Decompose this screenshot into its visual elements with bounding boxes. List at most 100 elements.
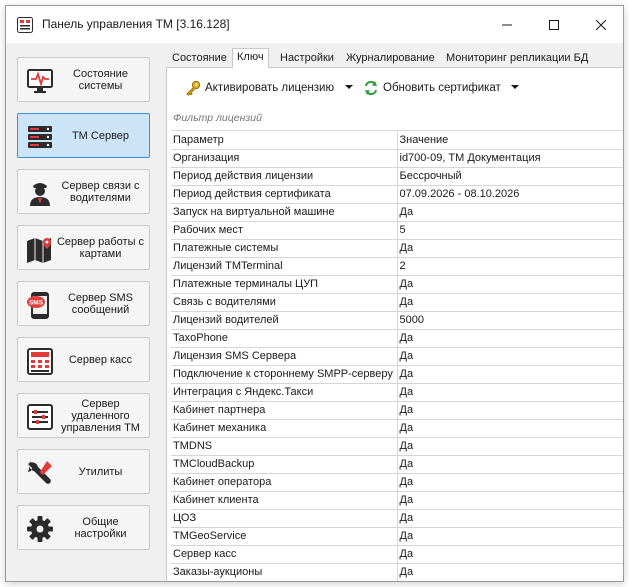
table-row[interactable]: Подключение к стороннему SMPP-серверу Да bbox=[171, 365, 623, 384]
value-cell: Да bbox=[397, 527, 623, 546]
parameter-cell: Кабинет клиента bbox=[171, 491, 398, 510]
value-cell: Да bbox=[397, 203, 623, 222]
parameter-cell: TMDNS bbox=[171, 437, 398, 456]
table-row[interactable]: Связь с водителями Да bbox=[171, 293, 623, 312]
title-bar[interactable]: Панель управления ТМ [3.16.128] bbox=[6, 6, 623, 43]
value-cell: Да bbox=[397, 437, 623, 456]
tab-db-replication[interactable]: Мониторинг репликации БД bbox=[442, 51, 592, 68]
table-row[interactable]: Лицензий TMTerminal 2 bbox=[171, 257, 623, 276]
monitor-pulse-icon bbox=[25, 66, 55, 96]
nav-label: Утилиты bbox=[78, 465, 123, 478]
nav-label: ТМ Сервер bbox=[71, 129, 130, 142]
table-row[interactable]: ЦОЗ Да bbox=[171, 509, 623, 528]
table-row[interactable]: Кабинет механика Да bbox=[171, 419, 623, 438]
nav-button-utils[interactable]: Утилиты bbox=[17, 449, 150, 494]
table-row[interactable]: TMCloudBackup Да bbox=[171, 455, 623, 474]
value-cell: Да bbox=[397, 329, 623, 348]
close-button[interactable] bbox=[578, 6, 623, 43]
table-row[interactable]: Запуск на виртуальной машине Да bbox=[171, 203, 623, 222]
utilities-icon bbox=[25, 458, 55, 488]
value-cell: Да bbox=[397, 293, 623, 312]
map-icon bbox=[25, 234, 55, 264]
table-row[interactable]: TMDNS Да bbox=[171, 437, 623, 456]
gear-icon bbox=[25, 514, 55, 544]
table-row[interactable]: Организация id700-09, ТМ Документация bbox=[171, 149, 623, 168]
table-row[interactable]: Кабинет клиента Да bbox=[171, 491, 623, 510]
column-header-parameter[interactable]: Параметр bbox=[171, 131, 398, 150]
value-cell: Да bbox=[397, 419, 623, 438]
value-cell: Да bbox=[397, 509, 623, 528]
column-header-value[interactable]: Значение bbox=[397, 131, 623, 150]
table-row[interactable]: Период действия сертификата 07.09.2026 - … bbox=[171, 185, 623, 204]
tab-logging[interactable]: Журналирование bbox=[342, 51, 439, 68]
nav-label: Общие настройки bbox=[74, 515, 127, 540]
value-cell: Да bbox=[397, 401, 623, 420]
license-filter-input[interactable] bbox=[171, 108, 621, 128]
tab-settings[interactable]: Настройки bbox=[276, 51, 338, 68]
parameter-cell: Подключение к стороннему SMPP-серверу bbox=[171, 365, 398, 384]
cash-register-icon bbox=[25, 346, 55, 376]
parameter-cell: Интеграция с Яндекс.Такси bbox=[171, 383, 398, 402]
parameter-cell: TMCloudBackup bbox=[171, 455, 398, 474]
nav-button-sms-server[interactable]: SMS Сервер SMS сообщений bbox=[17, 281, 150, 326]
value-cell: Да bbox=[397, 545, 623, 564]
table-row[interactable]: Сервер касс Да bbox=[171, 545, 623, 564]
activate-license-button[interactable]: Активировать лицензию bbox=[185, 79, 334, 97]
license-table: Параметр Значение Организация id700-09, ТМ … bbox=[171, 130, 623, 581]
tab-key[interactable]: Ключ bbox=[232, 48, 269, 69]
value-cell: Да bbox=[397, 365, 623, 384]
parameter-cell: Лицензия SMS Сервера bbox=[171, 347, 398, 366]
table-row[interactable]: Лицензия SMS Сервера Да bbox=[171, 347, 623, 366]
nav-button-map-server[interactable]: Сервер работы с картами bbox=[17, 225, 150, 270]
nav-button-settings[interactable]: Общие настройки bbox=[17, 505, 150, 550]
table-row[interactable]: TMGeoService Да bbox=[171, 527, 623, 546]
nav-label: Сервер работы с картами bbox=[56, 235, 145, 260]
sms-icon: SMS bbox=[25, 290, 55, 320]
parameter-cell: Лицензий водителей bbox=[171, 311, 398, 330]
table-row[interactable]: Платежные терминалы ЦУП Да bbox=[171, 275, 623, 294]
value-cell: Да bbox=[397, 275, 623, 294]
value-cell: 2 bbox=[397, 257, 623, 276]
table-row[interactable]: Платежные системы Да bbox=[171, 239, 623, 258]
main-window: Панель управления ТМ [3.16.128] Состояни… bbox=[5, 5, 624, 582]
main-panel: Состояние Ключ Настройки Журналирование … bbox=[166, 43, 623, 581]
table-row[interactable]: Период действия лицензии Бессрочный bbox=[171, 167, 623, 186]
svg-text:SMS: SMS bbox=[29, 300, 44, 307]
table-row[interactable]: Заказы-аукционы Да bbox=[171, 563, 623, 581]
activate-license-label: Активировать лицензию bbox=[205, 82, 335, 94]
close-icon bbox=[596, 19, 606, 30]
minimize-icon bbox=[502, 24, 512, 25]
nav-button-state[interactable]: Состояние системы bbox=[17, 57, 150, 102]
nav-label: Сервер касс bbox=[68, 353, 133, 366]
value-cell: Да bbox=[397, 239, 623, 258]
maximize-icon bbox=[549, 19, 559, 30]
nav-button-cash-server[interactable]: Сервер касс bbox=[17, 337, 150, 382]
value-cell: Да bbox=[397, 455, 623, 474]
update-certificate-label: Обновить сертификат bbox=[383, 82, 501, 94]
table-row[interactable]: Кабинет партнера Да bbox=[171, 401, 623, 420]
parameter-cell: Рабочих мест bbox=[171, 221, 398, 240]
activate-dropdown-arrow-icon[interactable] bbox=[345, 85, 353, 89]
table-row[interactable]: Интеграция с Яндекс.Такси Да bbox=[171, 383, 623, 402]
minimize-button[interactable] bbox=[484, 6, 530, 43]
parameter-cell: Период действия сертификата bbox=[171, 185, 398, 204]
table-row[interactable]: Лицензий водителей 5000 bbox=[171, 311, 623, 330]
nav-label: Сервер удаленного управления ТМ bbox=[61, 397, 140, 434]
parameter-cell: Сервер касс bbox=[171, 545, 398, 564]
table-row[interactable]: Кабинет оператора Да bbox=[171, 473, 623, 492]
value-cell: id700-09, ТМ Документация bbox=[397, 149, 623, 168]
nav-button-tm-server[interactable]: ТМ Сервер bbox=[17, 113, 150, 158]
maximize-button[interactable] bbox=[531, 6, 577, 43]
value-cell: Да bbox=[397, 563, 623, 581]
table-row[interactable]: Рабочих мест 5 bbox=[171, 221, 623, 240]
value-cell: Да bbox=[397, 491, 623, 510]
table-row[interactable]: TaxoPhone Да bbox=[171, 329, 623, 348]
side-navigation: Состояние системы ТМ Сервер Сервер связи… bbox=[6, 43, 161, 581]
nav-button-driver-server[interactable]: Сервер связи с водителями bbox=[17, 169, 150, 214]
remote-control-icon bbox=[25, 402, 55, 432]
update-dropdown-arrow-icon[interactable] bbox=[511, 85, 519, 89]
value-cell: Да bbox=[397, 383, 623, 402]
nav-button-remote-server[interactable]: Сервер удаленного управления ТМ bbox=[17, 393, 150, 438]
tab-state[interactable]: Состояние bbox=[168, 51, 231, 68]
update-certificate-button[interactable]: Обновить сертификат bbox=[363, 79, 501, 97]
